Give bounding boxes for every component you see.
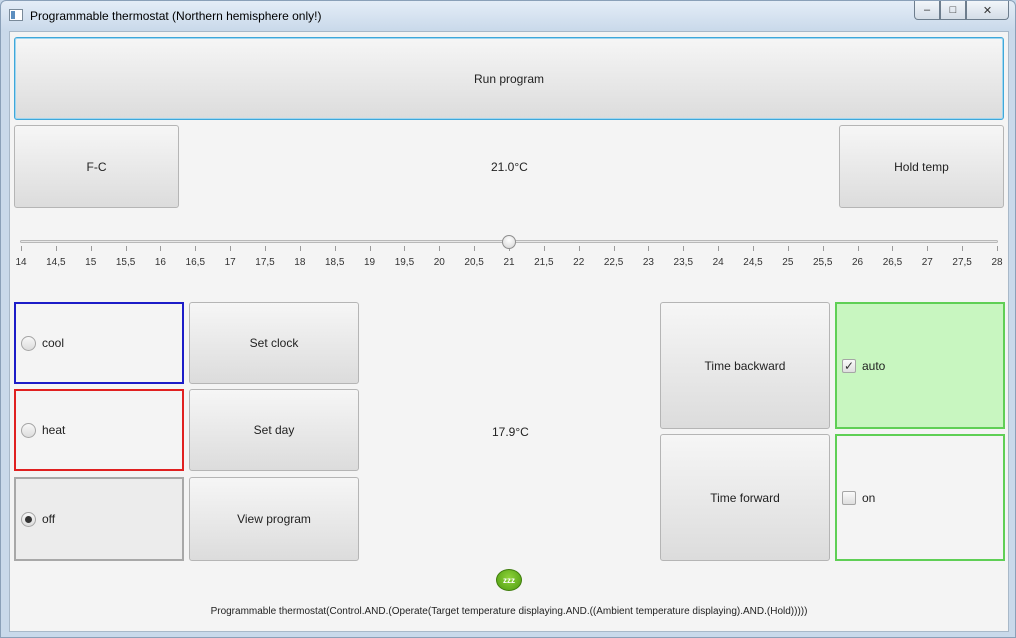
sleep-indicator-text: zzz: [503, 575, 515, 585]
slider-tick-mark: [230, 246, 232, 251]
slider-tick-mark: [997, 246, 998, 251]
slider-tick-label: 28: [991, 257, 1003, 268]
slider-tick-mark: [857, 246, 859, 251]
slider-tick-mark: [474, 246, 476, 251]
auto-label: auto: [862, 358, 886, 373]
slider-tick-mark: [195, 246, 197, 251]
slider-tick-label: 18,5: [324, 257, 345, 268]
slider-tick-label: 20: [433, 257, 445, 268]
slider-tick-label: 17,5: [255, 257, 275, 268]
slider-tick-mark: [718, 246, 720, 251]
slider-tick-label: 22: [573, 257, 585, 268]
close-button[interactable]: ✕: [966, 1, 1009, 20]
slider-tick-label: 25: [782, 257, 794, 268]
window-title: Programmable thermostat (Northern hemisp…: [30, 9, 322, 23]
thermostat-window: Programmable thermostat (Northern hemisp…: [0, 0, 1016, 638]
slider-tick-label: 27: [921, 257, 933, 268]
slider-tick-mark: [439, 246, 441, 251]
slider-tick-label: 21: [503, 257, 515, 268]
on-checkbox[interactable]: [842, 490, 856, 505]
close-icon: ✕: [982, 4, 993, 17]
fan-auto-option[interactable]: ✓ auto: [835, 302, 1005, 429]
fc-toggle-button[interactable]: F-C: [14, 125, 179, 208]
slider-tick-label: 19,5: [394, 257, 415, 268]
off-mode-option[interactable]: off: [14, 477, 184, 561]
slider-tick-mark: [21, 246, 22, 251]
slider-tick-mark: [648, 246, 650, 251]
slider-tick-mark: [613, 246, 615, 251]
temperature-slider-thumb[interactable]: [502, 235, 516, 249]
off-radio[interactable]: [21, 511, 36, 527]
slider-tick-mark: [299, 246, 301, 251]
maximize-icon: □: [949, 4, 957, 16]
slider-tick-label: 14: [15, 257, 27, 268]
heat-mode-option[interactable]: heat: [14, 389, 184, 471]
slider-tick-label: 26,5: [882, 257, 903, 268]
auto-checkbox[interactable]: ✓: [842, 358, 856, 373]
slider-tick-label: 21,5: [534, 257, 554, 268]
off-label: off: [42, 512, 56, 526]
title-bar[interactable]: Programmable thermostat (Northern hemisp…: [1, 1, 1015, 31]
time-forward-button[interactable]: Time forward: [660, 434, 830, 561]
heat-radio[interactable]: [21, 422, 36, 438]
slider-tick-label: 26: [852, 257, 864, 268]
slider-tick-mark: [125, 246, 127, 251]
slider-tick-label: 24: [712, 257, 724, 268]
cool-radio[interactable]: [21, 335, 36, 351]
slider-tick-mark: [578, 246, 580, 251]
slider-tick-label: 14,5: [46, 257, 66, 268]
cool-label: cool: [42, 336, 65, 350]
slider-tick-mark: [265, 246, 266, 251]
slider-tick-label: 24,5: [743, 257, 763, 268]
slider-tick-label: 23,5: [673, 257, 694, 268]
time-backward-button[interactable]: Time backward: [660, 302, 830, 429]
slider-tick-label: 19: [364, 257, 376, 268]
cool-mode-option[interactable]: cool: [14, 302, 184, 384]
fan-on-option[interactable]: on: [835, 434, 1005, 561]
slider-tick-mark: [404, 246, 406, 251]
slider-tick-mark: [927, 246, 929, 251]
run-program-button[interactable]: Run program: [14, 37, 1004, 120]
slider-tick-mark: [369, 246, 371, 251]
minimize-button[interactable]: –: [914, 1, 940, 20]
slider-tick-mark: [334, 246, 336, 251]
ambient-temperature: 17.9°C: [492, 425, 529, 439]
heat-label: heat: [42, 423, 66, 437]
maximize-button[interactable]: □: [940, 1, 966, 20]
set-clock-button[interactable]: Set clock: [189, 302, 359, 384]
slider-tick-mark: [822, 246, 824, 251]
thermostat-panel: Run program F-C 21.0°C Hold temp 14 14,5 1…: [9, 31, 1009, 632]
hold-temp-button[interactable]: Hold temp: [839, 125, 1004, 208]
slider-tick-label: 22,5: [603, 257, 624, 268]
slider-tick-label: 20,5: [464, 257, 484, 268]
app-window-icon: [9, 9, 23, 21]
slider-tick-mark: [55, 246, 57, 251]
slider-tick-label: 25,5: [812, 257, 833, 268]
minimize-icon: –: [923, 4, 931, 16]
slider-tick-label: 15,5: [115, 257, 136, 268]
slider-tick-label: 18: [294, 257, 306, 268]
slider-tick-label: 15: [85, 257, 97, 268]
state-machine-status: Programmable thermostat(Control.AND.(Ope…: [210, 606, 808, 617]
slider-tick-mark: [787, 246, 789, 251]
slider-tick-mark: [892, 246, 894, 251]
target-temperature: 21.0°C: [491, 160, 528, 174]
slider-tick-mark: [683, 246, 685, 251]
slider-tick-mark: [962, 246, 964, 251]
slider-tick-label: 27,5: [952, 257, 972, 268]
set-day-button[interactable]: Set day: [189, 389, 359, 471]
sleep-indicator-icon: zzz: [496, 569, 522, 591]
slider-tick-mark: [90, 246, 92, 251]
slider-tick-label: 16: [154, 257, 166, 268]
slider-tick-mark: [543, 246, 545, 251]
slider-tick-mark: [160, 246, 162, 251]
slider-tick-mark: [753, 246, 754, 251]
on-label: on: [862, 490, 876, 505]
slider-tick-label: 23: [642, 257, 654, 268]
slider-tick-label: 16,5: [185, 257, 206, 268]
view-program-button[interactable]: View program: [189, 477, 359, 561]
window-controls: – □ ✕: [914, 1, 1009, 21]
slider-tick-label: 17: [224, 257, 236, 268]
